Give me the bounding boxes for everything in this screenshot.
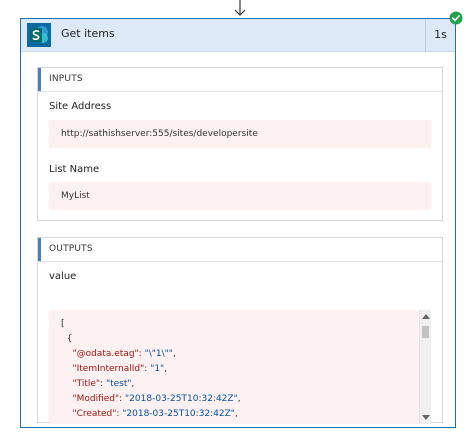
json-value: "test" xyxy=(105,379,132,389)
inputs-header: INPUTS xyxy=(38,68,442,92)
json-line: "@odata.etag": "\"1\"", xyxy=(61,347,241,362)
json-line: "Title": "test", xyxy=(61,377,241,392)
section-accent xyxy=(38,68,41,91)
output-json-viewer[interactable]: [ { "@odata.etag": "\"1\"", "ItemInterna… xyxy=(49,310,431,424)
arrow-down-icon xyxy=(234,0,246,16)
json-punctuation: , xyxy=(172,349,176,359)
site-address-value: http://sathishserver:555/sites/developer… xyxy=(49,120,431,148)
sharepoint-icon xyxy=(27,23,51,47)
success-check-icon xyxy=(449,11,463,25)
json-punctuation: , xyxy=(234,409,238,419)
json-line: "Modified": "2018-03-25T10:32:42Z", xyxy=(61,392,241,407)
json-punctuation: , xyxy=(237,394,241,404)
inputs-section: INPUTS Site Address http://sathishserver… xyxy=(37,67,443,221)
json-key: "Title" xyxy=(72,379,101,389)
json-line: "ItemInternalId": "1", xyxy=(61,362,241,377)
json-line: { xyxy=(61,332,241,347)
json-punctuation: , xyxy=(164,364,168,374)
list-name-value: MyList xyxy=(49,182,431,210)
action-header[interactable]: Get items 1s xyxy=(21,19,455,52)
json-punctuation: , xyxy=(131,379,135,389)
flow-run-view: Get items 1s INPUTS Site Address http://… xyxy=(0,0,474,435)
outputs-header: OUTPUTS xyxy=(38,238,442,262)
json-lines: [ { "@odata.etag": "\"1\"", "ItemInterna… xyxy=(61,317,241,422)
outputs-header-label: OUTPUTS xyxy=(49,244,93,254)
json-punctuation: { xyxy=(66,334,73,344)
json-key: "ItemInternalId" xyxy=(72,364,145,374)
json-value: "1" xyxy=(150,364,165,374)
value-label: value xyxy=(49,271,77,282)
json-value: "2018-03-25T10:32:42Z" xyxy=(122,409,235,419)
scroll-down-icon[interactable] xyxy=(422,415,430,420)
json-line: [ xyxy=(61,317,241,332)
inputs-header-label: INPUTS xyxy=(49,74,83,84)
json-line: "Created": "2018-03-25T10:32:42Z", xyxy=(61,407,241,422)
vertical-scrollbar[interactable] xyxy=(419,310,431,424)
json-key: "@odata.etag" xyxy=(72,349,139,359)
scroll-thumb[interactable] xyxy=(422,326,429,338)
action-title: Get items xyxy=(61,27,115,40)
json-key: "Created" xyxy=(72,409,117,419)
site-address-label: Site Address xyxy=(49,101,112,112)
json-punctuation: [ xyxy=(61,319,65,329)
json-value: "2018-03-25T10:32:42Z" xyxy=(125,394,238,404)
json-key: "Modified" xyxy=(72,394,120,404)
scroll-up-icon[interactable] xyxy=(422,314,430,319)
json-value: "\"1\"" xyxy=(144,349,173,359)
list-name-label: List Name xyxy=(49,164,100,175)
get-items-action-card[interactable]: Get items 1s INPUTS Site Address http://… xyxy=(20,18,456,428)
section-accent xyxy=(38,238,41,261)
outputs-section: OUTPUTS value [ { "@odata.etag": "\"1\""… xyxy=(37,237,443,424)
